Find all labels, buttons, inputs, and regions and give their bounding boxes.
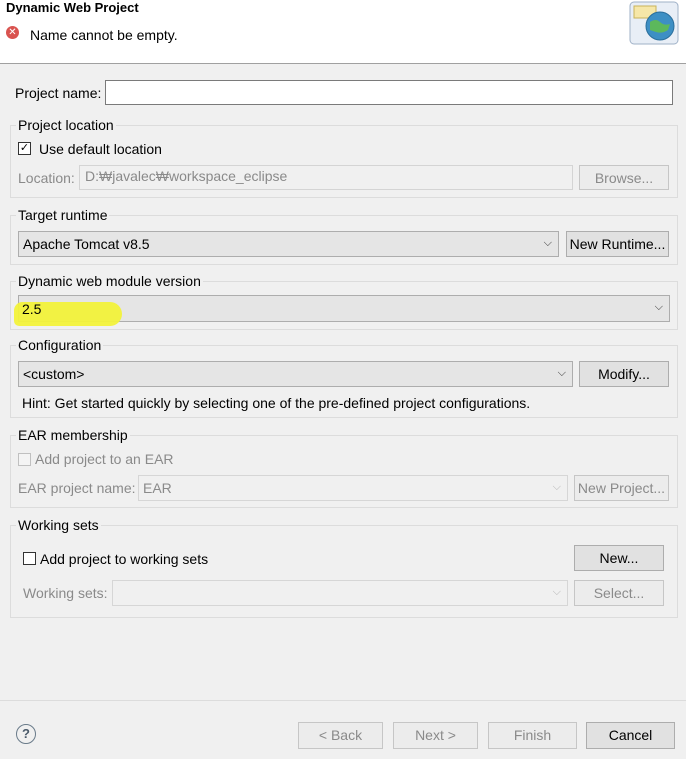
error-message: Name cannot be empty. bbox=[30, 27, 178, 43]
configuration-select[interactable]: <custom> ⌵ bbox=[18, 361, 573, 387]
chevron-down-icon: ⌵ bbox=[543, 237, 552, 249]
ear-project-name-label: EAR project name: bbox=[18, 480, 136, 496]
web-module-version-value: 2.5 bbox=[22, 301, 42, 317]
target-runtime-title: Target runtime bbox=[16, 207, 110, 223]
error-icon: ✕ bbox=[6, 26, 19, 39]
next-button[interactable]: Next > bbox=[393, 722, 478, 749]
target-runtime-select[interactable]: Apache Tomcat v8.5 ⌵ bbox=[18, 231, 559, 257]
location-input[interactable]: D:₩javalec₩workspace_eclipse bbox=[79, 165, 573, 190]
footer-separator bbox=[0, 700, 686, 701]
project-location-title: Project location bbox=[16, 117, 116, 133]
select-working-sets-button[interactable]: Select... bbox=[574, 580, 664, 606]
add-to-ear-label: Add project to an EAR bbox=[35, 451, 174, 467]
cancel-button[interactable]: Cancel bbox=[586, 722, 675, 749]
location-label: Location: bbox=[18, 170, 75, 186]
new-runtime-button[interactable]: New Runtime... bbox=[566, 231, 669, 257]
use-default-location-checkbox[interactable]: ✓ bbox=[18, 142, 31, 155]
working-sets-select[interactable]: ⌵ bbox=[112, 580, 568, 606]
wizard-header: Dynamic Web Project ✕ Name cannot be emp… bbox=[0, 0, 686, 64]
web-module-version-title: Dynamic web module version bbox=[16, 273, 203, 289]
browse-button[interactable]: Browse... bbox=[579, 165, 669, 190]
chevron-down-icon: ⌵ bbox=[552, 481, 561, 493]
new-working-set-button[interactable]: New... bbox=[574, 545, 664, 571]
web-project-wizard-icon bbox=[629, 1, 679, 45]
working-sets-title: Working sets bbox=[16, 517, 101, 533]
chevron-down-icon: ⌵ bbox=[552, 586, 561, 598]
ear-membership-title: EAR membership bbox=[16, 427, 130, 443]
back-button[interactable]: < Back bbox=[298, 722, 383, 749]
configuration-title: Configuration bbox=[16, 337, 104, 353]
target-runtime-value: Apache Tomcat v8.5 bbox=[23, 236, 150, 252]
configuration-value: <custom> bbox=[23, 366, 85, 382]
add-to-working-sets-checkbox[interactable] bbox=[23, 552, 36, 565]
chevron-down-icon: ⌵ bbox=[557, 367, 566, 379]
modify-button[interactable]: Modify... bbox=[579, 361, 669, 387]
add-to-ear-checkbox[interactable] bbox=[18, 453, 31, 466]
ear-project-name-select[interactable]: EAR ⌵ bbox=[138, 475, 568, 501]
add-to-working-sets-label: Add project to working sets bbox=[40, 551, 209, 567]
dialog-title: Dynamic Web Project bbox=[6, 0, 139, 15]
project-name-input[interactable] bbox=[105, 80, 673, 105]
new-ear-project-button[interactable]: New Project... bbox=[574, 475, 669, 501]
finish-button[interactable]: Finish bbox=[488, 722, 577, 749]
project-name-label: Project name: bbox=[15, 85, 102, 101]
use-default-location-label: Use default location bbox=[39, 141, 162, 157]
configuration-hint: Hint: Get started quickly by selecting o… bbox=[22, 395, 531, 411]
help-icon[interactable]: ? bbox=[16, 724, 36, 744]
chevron-down-icon: ⌵ bbox=[654, 301, 663, 313]
ear-project-name-value: EAR bbox=[143, 480, 172, 496]
working-sets-label: Working sets: bbox=[23, 585, 108, 601]
